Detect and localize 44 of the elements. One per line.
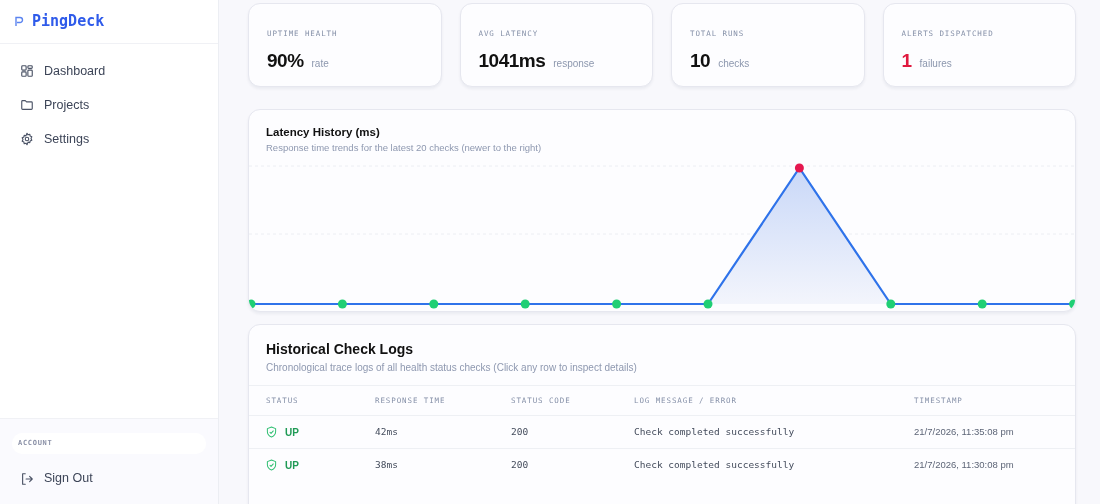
stat-unit: failures (919, 57, 952, 72)
chart-subtitle: Response time trends for the latest 20 checks (newer to the right) (266, 141, 543, 156)
chart-title: Latency History (ms) (266, 125, 381, 140)
stat-value: 1041ms (478, 49, 546, 74)
stat-unit: rate (311, 57, 329, 72)
stat-unit: checks (718, 57, 750, 72)
nav-item[interactable]: Projects (0, 88, 218, 122)
stat-value: 90% (267, 49, 304, 74)
chart-point (703, 299, 713, 308)
stat-unit: response (553, 57, 595, 72)
chart-point (794, 163, 804, 172)
status-text: UP (285, 425, 299, 440)
stat-value: 1 (901, 49, 912, 74)
chart-point (429, 299, 439, 308)
chart-point (520, 299, 530, 308)
nav-item[interactable]: Settings (0, 122, 218, 156)
sign-out-icon (20, 471, 34, 486)
table-cell-text: 200 (511, 457, 530, 472)
table-cell-text: 200 (511, 424, 530, 439)
folder-icon (20, 98, 34, 112)
table-cell-text: Check completed successfully (634, 424, 796, 439)
shield-check-icon (266, 426, 277, 438)
chart-point (337, 299, 347, 308)
dashboard-icon (20, 64, 34, 78)
settings-icon (20, 132, 34, 146)
chart-point (1069, 299, 1075, 308)
section-subtitle: Chronological trace logs of all health status checks (Click any row to inspect details) (266, 361, 638, 375)
nav-item[interactable]: Dashboard (0, 54, 218, 88)
table-cell-text: 42ms (375, 424, 399, 439)
chart-point (249, 299, 256, 308)
sign-out-link[interactable]: Sign Out (12, 461, 206, 496)
chart-point (612, 299, 622, 308)
table-cell-text: 38ms (375, 457, 399, 472)
table-cell-text: 21/7/2026, 11:30:08 pm (914, 457, 1015, 472)
shield-check-icon (266, 459, 277, 471)
table-cell-text: 21/7/2026, 11:35:08 pm (914, 424, 1015, 439)
chart-point (886, 299, 896, 308)
app-name: PingDeck (32, 11, 105, 33)
table-cell-text: Check completed successfully (634, 457, 796, 472)
status-text: UP (285, 458, 299, 473)
logo-icon (14, 16, 24, 27)
chart-point (977, 299, 987, 308)
section-title: Historical Check Logs (266, 340, 415, 359)
stat-value: 10 (690, 49, 711, 74)
